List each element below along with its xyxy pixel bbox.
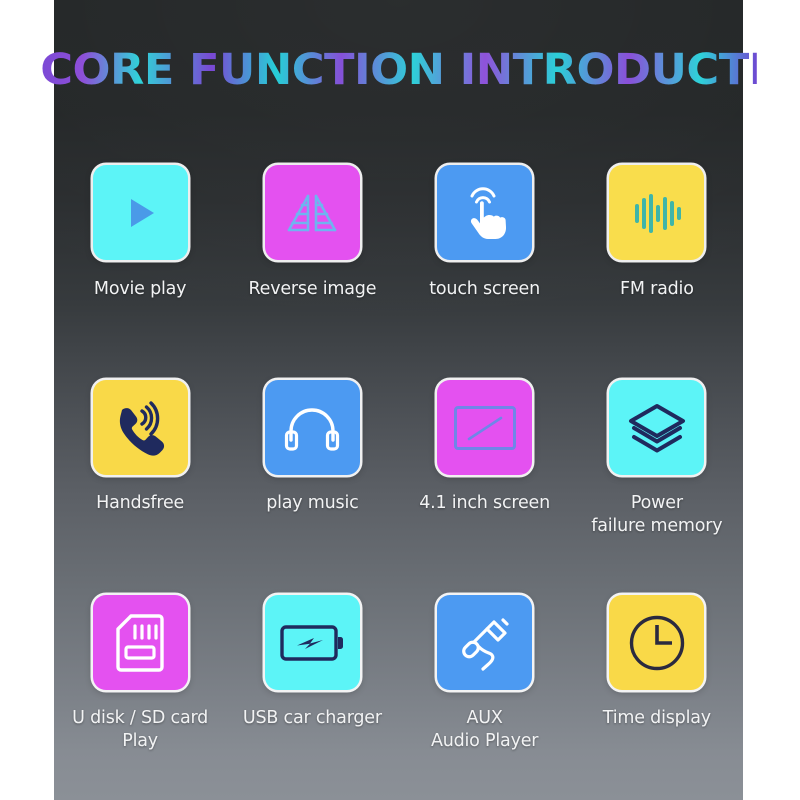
stacked-layers-icon: [628, 401, 686, 455]
reverse-parking-sensor-icon: [277, 187, 347, 239]
headphones-icon: [283, 403, 341, 453]
content-panel: CORE FUNCTION INTRODUCTION Movie play Re…: [40, 0, 800, 800]
feature-tile[interactable]: [92, 595, 188, 690]
feature-label: Handsfree: [96, 493, 185, 513]
poster-root: CORE FUNCTION INTRODUCTION Movie play Re…: [0, 0, 800, 800]
feature-item-u-disk-sd-card[interactable]: U disk / SD card Play: [54, 595, 226, 800]
feature-label: play music: [266, 493, 359, 513]
feature-label: U disk / SD card Play: [72, 708, 209, 751]
feature-item-usb-car-charger[interactable]: USB car charger: [226, 595, 398, 800]
feature-item-movie-play[interactable]: Movie play: [54, 165, 226, 380]
page-title: CORE FUNCTION INTRODUCTION: [40, 45, 800, 95]
feature-item-play-music[interactable]: play music: [226, 380, 398, 595]
feature-label: AUX Audio Player: [430, 708, 539, 751]
feature-tile[interactable]: [437, 595, 533, 690]
battery-charging-icon: [280, 623, 344, 663]
hand-tap-icon: [456, 182, 514, 244]
feature-tile[interactable]: [264, 595, 360, 690]
feature-item-aux-audio-player[interactable]: AUX Audio Player: [399, 595, 571, 800]
feature-label: 4.1 inch screen: [419, 493, 551, 513]
feature-tile[interactable]: [609, 595, 705, 690]
play-triangle-icon: [114, 187, 166, 239]
feature-label: Reverse image: [248, 279, 377, 299]
feature-label: USB car charger: [242, 708, 382, 728]
feature-tile[interactable]: [609, 165, 705, 260]
feature-item-screen-size[interactable]: 4.1 inch screen: [399, 380, 571, 595]
feature-item-handsfree[interactable]: Handsfree: [54, 380, 226, 595]
clock-icon: [628, 614, 686, 672]
feature-label: Power failure memory: [591, 493, 723, 536]
feature-tile[interactable]: [437, 165, 533, 260]
feature-tile[interactable]: [609, 380, 705, 475]
feature-item-time-display[interactable]: Time display: [571, 595, 743, 800]
sd-card-icon: [116, 613, 164, 672]
phone-signal-icon: [111, 400, 169, 456]
feature-item-reverse-image[interactable]: Reverse image: [226, 165, 398, 380]
feature-item-touch-screen[interactable]: touch screen: [399, 165, 571, 380]
feature-tile[interactable]: [264, 165, 360, 260]
feature-tile[interactable]: [92, 165, 188, 260]
feature-tile[interactable]: [264, 380, 360, 475]
feature-item-power-failure-memory[interactable]: Power failure memory: [571, 380, 743, 595]
feature-label: Time display: [602, 708, 711, 728]
aux-plug-cable-icon: [456, 614, 514, 672]
sound-wave-bars-icon: [630, 186, 684, 240]
screen-rectangle-icon: [453, 405, 517, 451]
feature-grid: Movie play Reverse image touch screen FM…: [54, 165, 743, 800]
feature-label: Movie play: [93, 279, 187, 299]
feature-tile[interactable]: [437, 380, 533, 475]
feature-label: touch screen: [429, 279, 540, 299]
feature-item-fm-radio[interactable]: FM radio: [571, 165, 743, 380]
feature-tile[interactable]: [92, 380, 188, 475]
feature-label: FM radio: [620, 279, 694, 299]
